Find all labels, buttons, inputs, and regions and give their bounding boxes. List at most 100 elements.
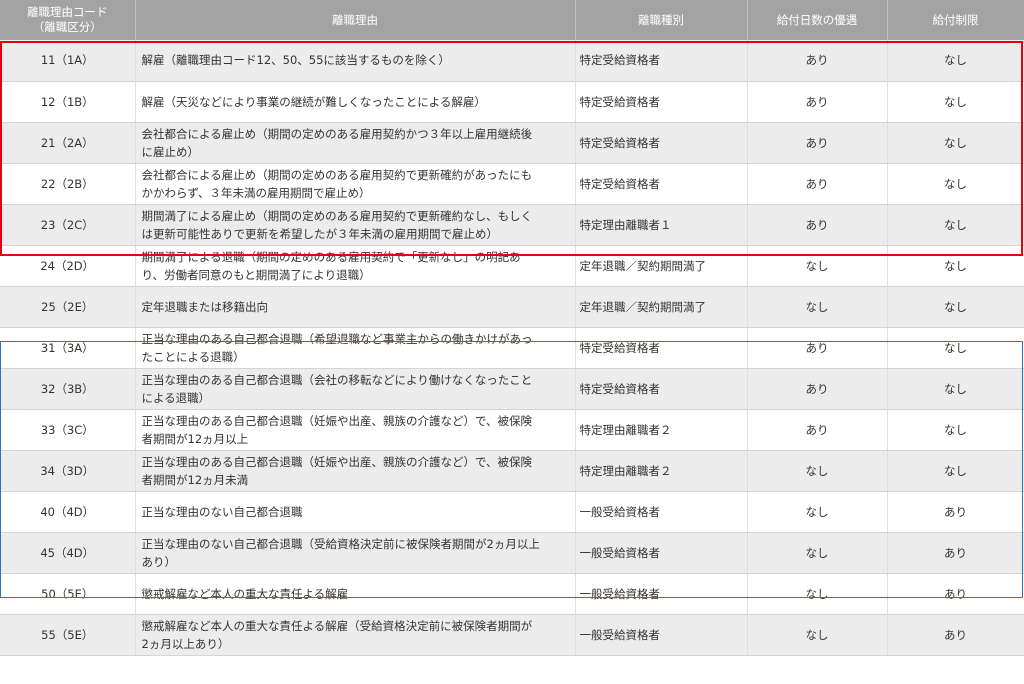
reason-line-2: による退職）	[141, 390, 211, 405]
reason-line-1: 会社都合による雇止め（期間の定めのある雇用契約かつ３年以上雇用継続後	[141, 126, 533, 141]
cell-priority: なし	[747, 532, 888, 574]
header-row: 離職理由コード （離職区分） 離職理由 離職種別 給付日数の優遇 給付制限	[0, 0, 1024, 40]
cell-priority: なし	[747, 614, 888, 656]
cell-reason: 定年退職または移籍出向	[135, 286, 576, 328]
header-priority: 給付日数の優遇	[747, 0, 888, 40]
reason-line-1: 正当な理由のある自己都合退職（妊娠や出産、親族の介護など）で、被保険	[141, 454, 533, 469]
cell-type: 特定受給資格者	[575, 40, 748, 82]
table-header: 離職理由コード （離職区分） 離職理由 離職種別 給付日数の優遇 給付制限	[0, 0, 1024, 40]
cell-reason: 会社都合による雇止め（期間の定めのある雇用契約で更新確約があったにも かかわらず、…	[135, 163, 576, 205]
reason-line-1: 正当な理由のある自己都合退職（希望退職など事業主からの働きかけがあっ	[141, 331, 533, 346]
cell-reason: 正当な理由のある自己都合退職（会社の移転などにより働けなくなったこと による退職）	[135, 368, 576, 410]
table-row: 11（1A） 解雇（離職理由コード12、50、55に該当するものを除く） 特定受給資…	[0, 40, 1024, 82]
cell-code: 55（5E）	[0, 614, 136, 656]
cell-restriction: あり	[887, 573, 1024, 615]
cell-code: 31（3A）	[0, 327, 136, 369]
cell-type: 特定理由離職者１	[575, 204, 748, 246]
cell-priority: なし	[747, 491, 888, 533]
table-row: 34（3D） 正当な理由のある自己都合退職（妊娠や出産、親族の介護など）で、被保険…	[0, 450, 1024, 492]
cell-restriction: なし	[887, 327, 1024, 369]
table-row: 31（3A） 正当な理由のある自己都合退職（希望退職など事業主からの働きかけがあっ…	[0, 327, 1024, 369]
cell-priority: あり	[747, 163, 888, 205]
header-restriction: 給付制限	[887, 0, 1024, 40]
cell-restriction: あり	[887, 614, 1024, 656]
cell-priority: あり	[747, 409, 888, 451]
cell-type: 一般受給資格者	[575, 491, 748, 533]
cell-priority: あり	[747, 40, 888, 82]
reason-line-1: 期間満了による雇止め（期間の定めのある雇用契約で更新確約なし、もしく	[141, 208, 533, 223]
reason-line-2: たことによる退職）	[141, 349, 245, 364]
reason-line-2: 2ヵ月以上あり）	[141, 636, 230, 651]
cell-reason: 正当な理由のない自己都合退職（受給資格決定前に被保険者期間が2ヵ月以上 あり）	[135, 532, 576, 574]
reason-line-1: 正当な理由のない自己都合退職（受給資格決定前に被保険者期間が2ヵ月以上	[141, 536, 540, 551]
cell-priority: あり	[747, 327, 888, 369]
cell-code: 34（3D）	[0, 450, 136, 492]
cell-code: 23（2C）	[0, 204, 136, 246]
reason-line-1: 懲戒解雇など本人の重大な責任よる解雇（受給資格決定前に被保険者期間が	[141, 618, 533, 633]
table-row: 55（5E） 懲戒解雇など本人の重大な責任よる解雇（受給資格決定前に被保険者期間が…	[0, 614, 1024, 656]
table-body: 11（1A） 解雇（離職理由コード12、50、55に該当するものを除く） 特定受給資…	[0, 40, 1024, 656]
cell-priority: なし	[747, 245, 888, 287]
reason-line-1: 解雇（天災などにより事業の継続が難しくなったことによる解雇）	[141, 94, 486, 109]
reason-line-1: 正当な理由のある自己都合退職（会社の移転などにより働けなくなったこと	[141, 372, 533, 387]
cell-reason: 正当な理由のない自己都合退職	[135, 491, 576, 533]
cell-code: 12（1B）	[0, 81, 136, 123]
cell-reason: 正当な理由のある自己都合退職（妊娠や出産、親族の介護など）で、被保険 者期間が12…	[135, 409, 576, 451]
reason-line-1: 正当な理由のある自己都合退職（妊娠や出産、親族の介護など）で、被保険	[141, 413, 533, 428]
cell-restriction: なし	[887, 245, 1024, 287]
header-code-line1: 離職理由コード	[27, 5, 108, 19]
cell-priority: なし	[747, 573, 888, 615]
cell-priority: あり	[747, 122, 888, 164]
table-row: 33（3C） 正当な理由のある自己都合退職（妊娠や出産、親族の介護など）で、被保険…	[0, 409, 1024, 451]
cell-reason: 期間満了による雇止め（期間の定めのある雇用契約で更新確約なし、もしく は更新可能性…	[135, 204, 576, 246]
reason-line-1: 定年退職または移籍出向	[141, 299, 269, 314]
table-row: 45（4D） 正当な理由のない自己都合退職（受給資格決定前に被保険者期間が2ヵ月以…	[0, 532, 1024, 574]
reason-line-2: 者期間が12ヵ月未満	[141, 472, 249, 487]
cell-reason: 正当な理由のある自己都合退職（希望退職など事業主からの働きかけがあっ たことによる…	[135, 327, 576, 369]
table-row: 24（2D） 期間満了による退職（期間の定めのある雇用契約で「更新なし」の明記あり…	[0, 245, 1024, 287]
cell-code: 22（2B）	[0, 163, 136, 205]
cell-type: 特定受給資格者	[575, 327, 748, 369]
cell-restriction: なし	[887, 81, 1024, 123]
cell-priority: なし	[747, 450, 888, 492]
reason-line-2: 者期間が12ヵ月以上	[141, 431, 249, 446]
cell-code: 33（3C）	[0, 409, 136, 451]
reason-line-2: に雇止め）	[141, 144, 200, 159]
table-row: 40（4D） 正当な理由のない自己都合退職 一般受給資格者 なし あり	[0, 491, 1024, 533]
reason-line-2: かかわらず、３年未満の雇用期間で雇止め）	[141, 185, 371, 200]
cell-reason: 解雇（天災などにより事業の継続が難しくなったことによる解雇）	[135, 81, 576, 123]
cell-code: 24（2D）	[0, 245, 136, 287]
cell-type: 一般受給資格者	[575, 573, 748, 615]
reason-line-2: は更新可能性ありで更新を希望したが３年未満の雇用期間で雇止め）	[141, 226, 499, 241]
cell-restriction: なし	[887, 204, 1024, 246]
separation-reason-table: 離職理由コード （離職区分） 離職理由 離職種別 給付日数の優遇 給付制限 11…	[0, 0, 1024, 656]
cell-restriction: あり	[887, 532, 1024, 574]
cell-type: 特定理由離職者２	[575, 409, 748, 451]
cell-restriction: なし	[887, 450, 1024, 492]
cell-type: 定年退職／契約期間満了	[575, 286, 748, 328]
header-code: 離職理由コード （離職区分）	[0, 0, 136, 40]
cell-reason: 正当な理由のある自己都合退職（妊娠や出産、親族の介護など）で、被保険 者期間が12…	[135, 450, 576, 492]
header-type: 離職種別	[575, 0, 748, 40]
cell-type: 特定受給資格者	[575, 122, 748, 164]
cell-restriction: なし	[887, 40, 1024, 82]
cell-restriction: なし	[887, 122, 1024, 164]
header-code-line2: （離職区分）	[32, 20, 102, 34]
cell-restriction: あり	[887, 491, 1024, 533]
cell-reason: 懲戒解雇など本人の重大な責任よる解雇	[135, 573, 576, 615]
cell-code: 32（3B）	[0, 368, 136, 410]
table-row: 22（2B） 会社都合による雇止め（期間の定めのある雇用契約で更新確約があったにも…	[0, 163, 1024, 205]
table-row: 50（5E） 懲戒解雇など本人の重大な責任よる解雇 一般受給資格者 なし あり	[0, 573, 1024, 615]
cell-restriction: なし	[887, 368, 1024, 410]
header-reason: 離職理由	[135, 0, 576, 40]
table-row: 25（2E） 定年退職または移籍出向 定年退職／契約期間満了 なし なし	[0, 286, 1024, 328]
cell-reason: 解雇（離職理由コード12、50、55に該当するものを除く）	[135, 40, 576, 82]
cell-type: 特定理由離職者２	[575, 450, 748, 492]
cell-type: 一般受給資格者	[575, 614, 748, 656]
cell-code: 40（4D）	[0, 491, 136, 533]
cell-code: 11（1A）	[0, 40, 136, 82]
reason-line-2: あり）	[141, 554, 177, 569]
table-row: 23（2C） 期間満了による雇止め（期間の定めのある雇用契約で更新確約なし、もしく…	[0, 204, 1024, 246]
table-row: 12（1B） 解雇（天災などにより事業の継続が難しくなったことによる解雇） 特定受給…	[0, 81, 1024, 123]
reason-line-1: 正当な理由のない自己都合退職	[141, 504, 303, 519]
